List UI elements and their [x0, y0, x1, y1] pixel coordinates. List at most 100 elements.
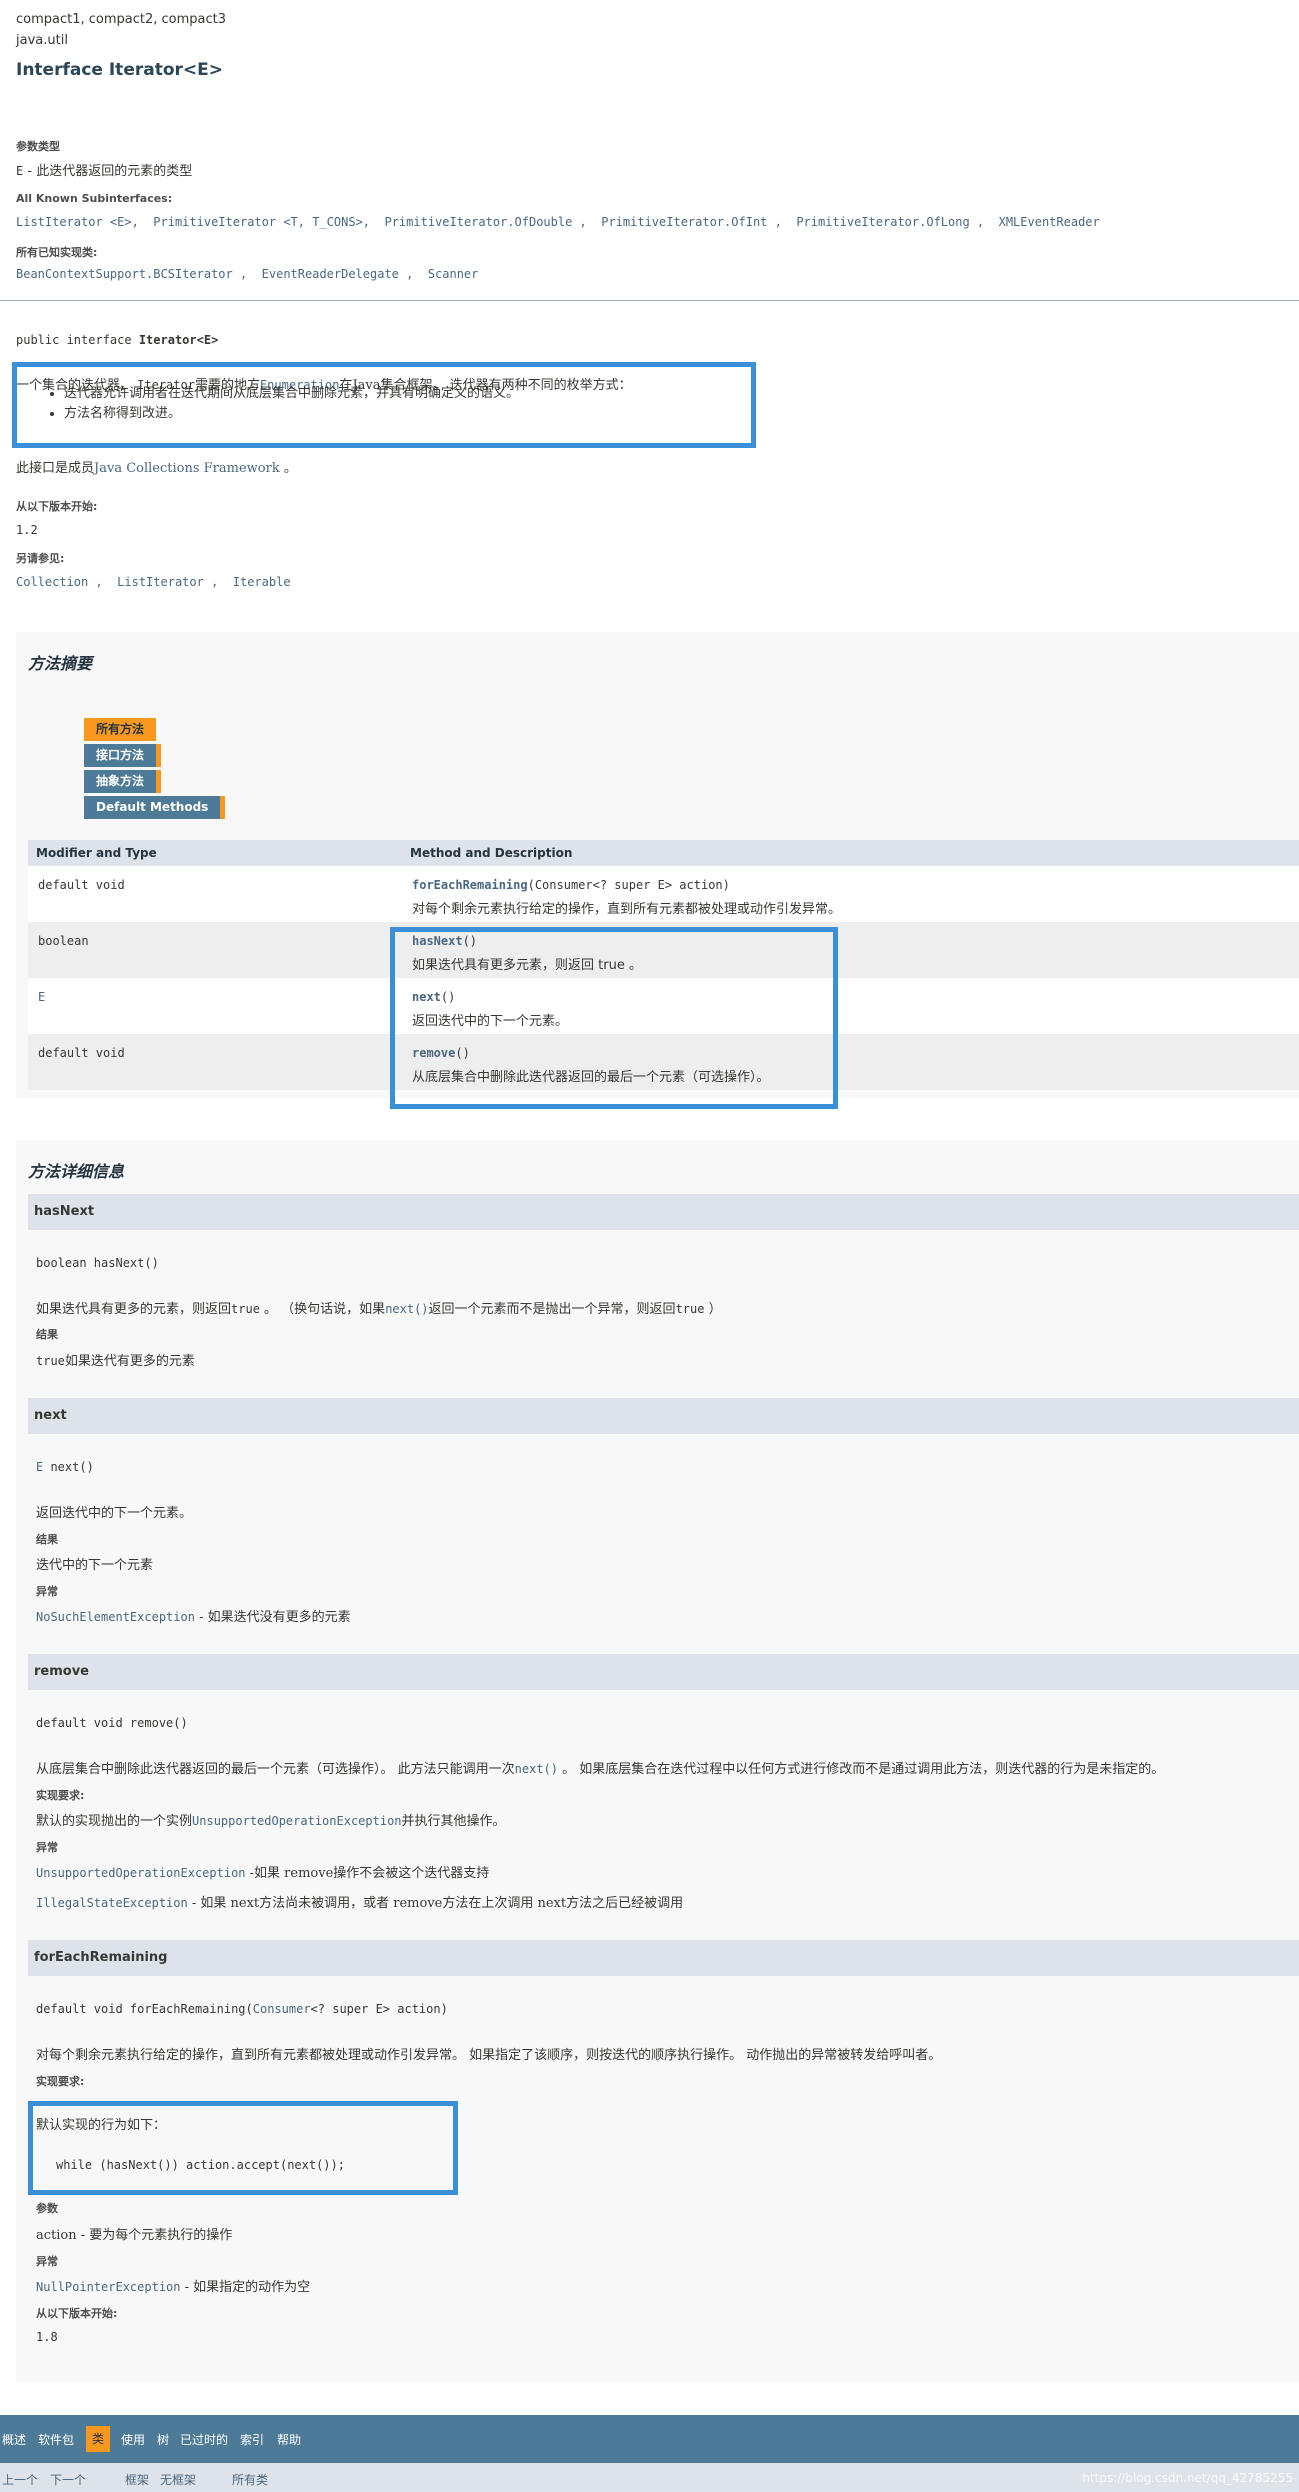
method-link[interactable]: forEachRemaining [412, 878, 528, 892]
desc-code: true [231, 1302, 260, 1316]
next-link[interactable]: next() [385, 1302, 428, 1316]
subinterface-link[interactable]: PrimitiveIterator <T, T_CONS>, [153, 215, 370, 229]
next-signature: E next() [36, 1460, 94, 1474]
col-method-header: Method and Description [410, 846, 573, 860]
member-suffix: 。 [279, 461, 297, 476]
subinterfaces-list: ListIterator <E>, PrimitiveIterator <T, … [16, 215, 1100, 229]
throws-text: - 如果迭代没有更多的元素 [194, 1610, 351, 1625]
subinterface-link[interactable]: PrimitiveIterator.OfDouble , [384, 215, 586, 229]
tab-abstract-methods[interactable]: 抽象方法 [84, 770, 162, 793]
hasnext-description: 如果迭代具有更多的元素，则返回true 。 （换句话说，如果next()返回一个… [36, 1298, 722, 1317]
nav-use[interactable]: 使用 [121, 2431, 145, 2448]
table-header: Modifier and Type Method and Description [28, 840, 1299, 866]
foreach-since-value: 1.8 [36, 2330, 58, 2344]
nav-prev-class[interactable]: 上一个 [2, 2471, 38, 2488]
table-row: default void forEachRemaining(Consumer<?… [28, 866, 1299, 922]
next-result-label: 结果 [36, 1533, 58, 1546]
subinterface-link[interactable]: PrimitiveIterator.OfInt , [601, 215, 782, 229]
nav-tree[interactable]: 树 [157, 2431, 169, 2448]
since-value: 1.2 [16, 523, 38, 537]
col-type-header: Modifier and Type [36, 846, 157, 860]
exception-link[interactable]: UnsupportedOperationException [192, 1814, 402, 1828]
throws-text: -如果 remove操作不会被这个迭代器支持 [245, 1866, 490, 1881]
nav-frames[interactable]: 框架 [125, 2471, 149, 2488]
type-param-e: E - 此迭代器返回的元素的类型 [16, 160, 192, 179]
nav-deprecated[interactable]: 已过时的 [180, 2431, 228, 2448]
member-prefix: 此接口是成员 [16, 461, 95, 476]
method-summary-title: 方法摘要 [28, 654, 93, 673]
next-description: 返回迭代中的下一个元素。 [36, 1506, 193, 1521]
see-also-link[interactable]: ListIterator , [117, 575, 218, 589]
row-type: default void [38, 1046, 125, 1060]
foreach-throws-label: 异常 [36, 2255, 58, 2268]
impl-classes-label: 所有已知实现类: [16, 246, 98, 259]
row-type: default void [38, 878, 125, 892]
declaration-prefix: public interface [16, 333, 139, 347]
detail-header-next: next [28, 1398, 1299, 1434]
desc-text: 返回一个元素而不是抛出一个异常，则返回 [428, 1302, 676, 1317]
see-also-link[interactable]: Collection , [16, 575, 103, 589]
nav-all-classes[interactable]: 所有类 [232, 2471, 268, 2488]
next-link[interactable]: next() [515, 1762, 558, 1776]
declaration-name: Iterator<E> [138, 333, 219, 347]
remove-throws-label: 异常 [36, 1841, 58, 1854]
foreach-signature: default void forEachRemaining(Consumer<?… [36, 2002, 448, 2016]
member-text: 此接口是成员Java Collections Framework 。 [16, 457, 297, 476]
sig-rest: next() [43, 1460, 94, 1474]
collections-framework-link[interactable]: Java Collections Framework [94, 461, 280, 476]
detail-header-remove: remove [28, 1654, 1299, 1690]
page-title: Interface Iterator<E> [16, 60, 223, 80]
next-result: 迭代中的下一个元素 [36, 1558, 154, 1573]
subinterface-link[interactable]: PrimitiveIterator.OfLong , [796, 215, 984, 229]
highlight-box [12, 362, 756, 448]
tab-default-methods[interactable]: Default Methods [84, 796, 226, 819]
nav-no-frames[interactable]: 无框架 [160, 2471, 196, 2488]
profiles-text: compact1, compact2, compact3 [16, 12, 227, 27]
foreach-since-label: 从以下版本开始: [36, 2307, 118, 2320]
row-method: forEachRemaining(Consumer<? super E> act… [412, 878, 730, 892]
remove-impl: 默认的实现抛出的一个实例UnsupportedOperationExceptio… [36, 1810, 506, 1829]
divider [0, 300, 1299, 301]
method-detail-title: 方法详细信息 [28, 1162, 125, 1181]
result-code: true [36, 1354, 65, 1368]
desc-code: true [675, 1302, 705, 1316]
impl-text: 并执行其他操作。 [401, 1814, 506, 1829]
exception-link[interactable]: IllegalStateException [36, 1896, 188, 1910]
method-params: (Consumer<? super E> action) [527, 878, 730, 892]
tab-all-methods[interactable]: 所有方法 [84, 718, 157, 741]
remove-throws-1: UnsupportedOperationException -如果 remove… [36, 1862, 489, 1881]
highlight-box [28, 2101, 458, 2195]
impl-text: 默认的实现抛出的一个实例 [36, 1814, 193, 1829]
desc-text: ） [704, 1302, 722, 1317]
see-also-link[interactable]: Iterable [233, 575, 291, 589]
see-also-list: Collection , ListIterator , Iterable [16, 575, 291, 589]
foreach-impl-label: 实现要求: [36, 2075, 85, 2088]
subinterface-link[interactable]: XMLEventReader [999, 215, 1100, 229]
nav-help[interactable]: 帮助 [277, 2431, 301, 2448]
throws-text: - 如果指定的动作为空 [180, 2280, 311, 2295]
exception-link[interactable]: NullPointerException [36, 2280, 181, 2294]
remove-signature: default void remove() [36, 1716, 188, 1730]
next-throws: NoSuchElementException - 如果迭代没有更多的元素 [36, 1606, 351, 1625]
nav-package[interactable]: 软件包 [38, 2431, 74, 2448]
nav-index[interactable]: 索引 [240, 2431, 264, 2448]
row-type[interactable]: E [38, 990, 45, 1004]
foreach-throws: NullPointerException - 如果指定的动作为空 [36, 2276, 310, 2295]
subinterfaces-label: All Known Subinterfaces: [16, 192, 173, 205]
consumer-link[interactable]: Consumer [253, 2002, 311, 2016]
desc-text: 如果迭代具有更多的元素，则返回 [36, 1302, 232, 1317]
impl-classes-list: BeanContextSupport.BCSIterator , EventRe… [16, 267, 478, 281]
impl-class-link[interactable]: BeanContextSupport.BCSIterator , [16, 267, 247, 281]
exception-link[interactable]: NoSuchElementException [36, 1610, 195, 1624]
sig-text: <? super E> action) [310, 2002, 448, 2016]
exception-link[interactable]: UnsupportedOperationException [36, 1866, 246, 1880]
impl-class-link[interactable]: Scanner [428, 267, 479, 281]
impl-class-link[interactable]: EventReaderDelegate , [262, 267, 414, 281]
nav-overview[interactable]: 概述 [2, 2431, 26, 2448]
nav-next-class[interactable]: 下一个 [50, 2471, 86, 2488]
bottom-subnav: 上一个 下一个 框架 无框架 所有类 https://blog.csdn.net… [0, 2463, 1299, 2492]
subinterface-link[interactable]: ListIterator <E>, [16, 215, 139, 229]
nav-class[interactable]: 类 [86, 2426, 111, 2452]
result-text: 如果迭代有更多的元素 [64, 1354, 195, 1369]
tab-interface-methods[interactable]: 接口方法 [84, 744, 162, 767]
